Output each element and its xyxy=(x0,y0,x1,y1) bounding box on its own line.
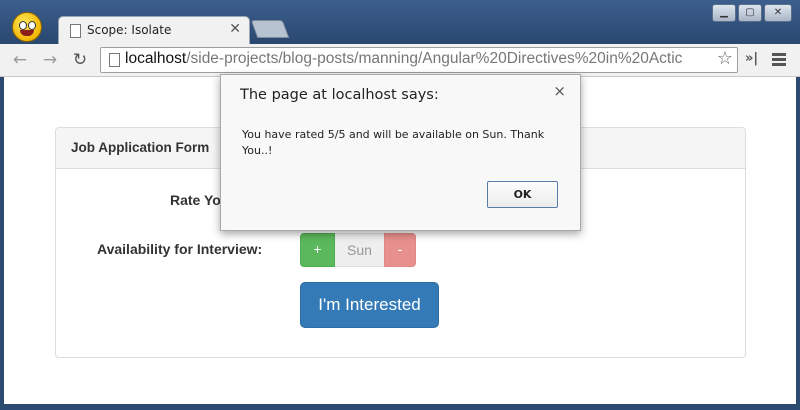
alert-dialog: The page at localhost says: × You have r… xyxy=(220,74,581,231)
maximize-button[interactable]: ▢ xyxy=(738,4,762,22)
im-interested-button[interactable]: I'm Interested xyxy=(300,282,439,328)
minimize-button[interactable]: ▁ xyxy=(712,4,736,22)
reload-icon[interactable]: ↻ xyxy=(70,50,90,70)
close-window-button[interactable]: ✕ xyxy=(764,4,792,22)
address-bar[interactable]: localhost/side-projects/blog-posts/manni… xyxy=(100,47,738,73)
decrement-day-button[interactable]: - xyxy=(384,233,416,267)
document-icon xyxy=(70,24,81,38)
alert-title: The page at localhost says: xyxy=(240,87,439,103)
url-path: /side-projects/blog-posts/manning/Angula… xyxy=(186,50,683,67)
browser-window: Scope: Isolate ✕ ▁ ▢ ✕ ← → ↻ localhost/s… xyxy=(0,0,800,410)
browser-tab[interactable]: Scope: Isolate ✕ xyxy=(58,16,250,45)
tab-close-icon[interactable]: ✕ xyxy=(229,21,241,37)
url-text: localhost/side-projects/blog-posts/manni… xyxy=(125,50,682,68)
user-avatar-icon[interactable] xyxy=(12,12,42,42)
day-picker: + Sun - xyxy=(300,233,416,267)
ok-button[interactable]: OK xyxy=(487,181,558,208)
bookmark-star-icon[interactable]: ☆ xyxy=(714,48,733,69)
availability-label: Availability for Interview: xyxy=(97,241,263,257)
window-controls: ▁ ▢ ✕ xyxy=(712,4,792,22)
back-arrow-icon[interactable]: ← xyxy=(10,50,30,70)
extensions-chevron-icon[interactable]: »| xyxy=(745,51,758,66)
rate-label: Rate Yo xyxy=(170,192,221,208)
page-icon xyxy=(109,53,120,67)
new-tab-button[interactable] xyxy=(250,20,290,38)
tab-title: Scope: Isolate xyxy=(87,23,172,37)
browser-toolbar: ← → ↻ localhost/side-projects/blog-posts… xyxy=(0,44,800,77)
day-value: Sun xyxy=(335,233,384,267)
alert-message: You have rated 5/5 and will be available… xyxy=(242,128,545,157)
forward-arrow-icon[interactable]: → xyxy=(40,50,60,70)
panel-title: Job Application Form xyxy=(71,140,210,155)
menu-icon[interactable] xyxy=(772,53,786,68)
url-host: localhost xyxy=(125,50,187,67)
close-icon[interactable]: × xyxy=(553,82,566,100)
increment-day-button[interactable]: + xyxy=(300,233,335,267)
